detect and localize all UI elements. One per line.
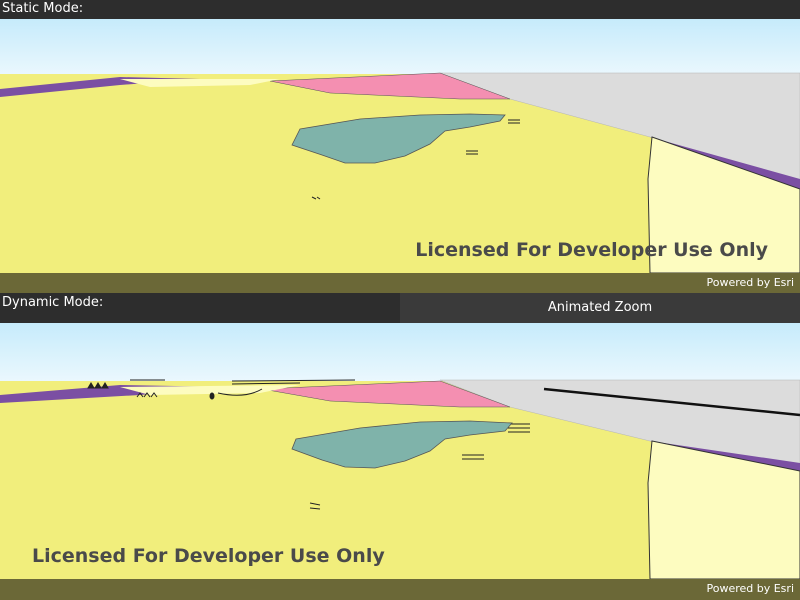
- attribution-text[interactable]: Powered by Esri: [706, 273, 794, 293]
- static-scene-map: [0, 19, 800, 273]
- license-watermark: Licensed For Developer Use Only: [32, 545, 385, 567]
- dynamic-mode-label: Dynamic Mode:: [2, 295, 104, 310]
- attribution-text[interactable]: Powered by Esri: [706, 579, 794, 599]
- license-watermark: Licensed For Developer Use Only: [415, 239, 768, 261]
- static-attribution-bar: Powered by Esri: [0, 273, 800, 293]
- dynamic-scene-view[interactable]: Licensed For Developer Use Only: [0, 323, 800, 579]
- sky: [0, 323, 800, 387]
- dynamic-scene-map: [0, 323, 800, 579]
- dynamic-mode-header: Dynamic Mode: Animated Zoom: [0, 293, 800, 323]
- static-scene-view[interactable]: Licensed For Developer Use Only: [0, 19, 800, 273]
- static-mode-header: Static Mode:: [0, 0, 800, 19]
- static-mode-label: Static Mode:: [2, 1, 84, 16]
- animated-zoom-button[interactable]: Animated Zoom: [400, 293, 800, 323]
- dynamic-attribution-bar: Powered by Esri: [0, 579, 800, 600]
- sky: [0, 19, 800, 81]
